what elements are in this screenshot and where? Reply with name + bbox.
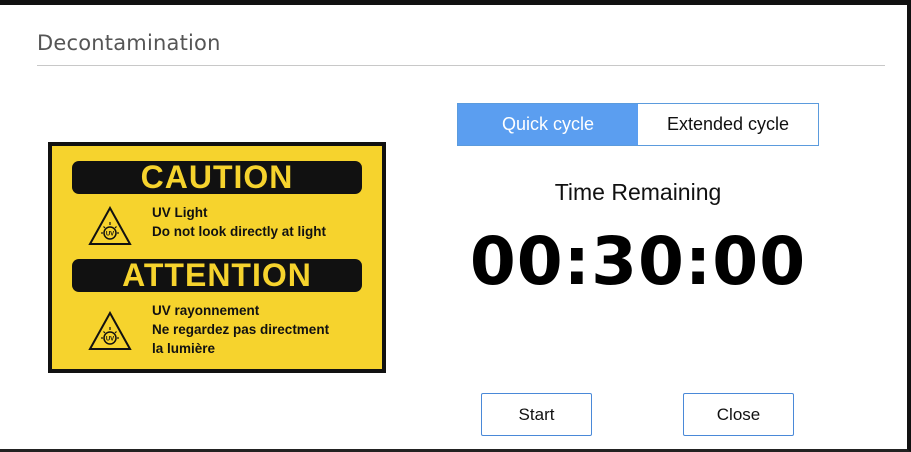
uv-icon-label: UV xyxy=(106,232,114,238)
cycle-selector: Quick cycle Extended cycle xyxy=(457,103,819,146)
decontamination-dialog: Decontamination CAUTION UV UV Light Do n… xyxy=(0,0,911,452)
attention-line-1: UV rayonnement xyxy=(152,303,260,318)
caution-line-1: UV Light xyxy=(152,205,208,220)
caution-line-2: Do not look directly at light xyxy=(152,224,327,239)
close-button[interactable]: Close xyxy=(683,393,794,436)
caution-sign-panel: CAUTION UV UV Light Do not look directly… xyxy=(52,146,382,369)
extended-cycle-tab[interactable]: Extended cycle xyxy=(638,104,818,145)
title-divider xyxy=(37,65,885,66)
uv-warning-icon: UV xyxy=(88,206,132,245)
attention-line-2: Ne regardez pas directment xyxy=(152,322,330,337)
attention-line-3: la lumière xyxy=(152,341,216,356)
dialog-title: Decontamination xyxy=(37,31,221,55)
caution-banner: CAUTION xyxy=(72,161,362,194)
uv-warning-icon: UV xyxy=(88,311,132,350)
time-remaining-label: Time Remaining xyxy=(554,179,722,205)
quick-cycle-tab[interactable]: Quick cycle xyxy=(458,104,638,145)
uv-icon-label: UV xyxy=(106,337,114,343)
caution-text: UV Light Do not look directly at light xyxy=(152,203,326,241)
attention-text: UV rayonnement Ne regardez pas directmen… xyxy=(152,301,329,358)
uv-caution-sign: CAUTION UV UV Light Do not look directly… xyxy=(48,142,386,373)
attention-banner: ATTENTION xyxy=(72,259,362,292)
start-button[interactable]: Start xyxy=(481,393,592,436)
countdown-timer: 00:30:00 xyxy=(469,223,807,300)
